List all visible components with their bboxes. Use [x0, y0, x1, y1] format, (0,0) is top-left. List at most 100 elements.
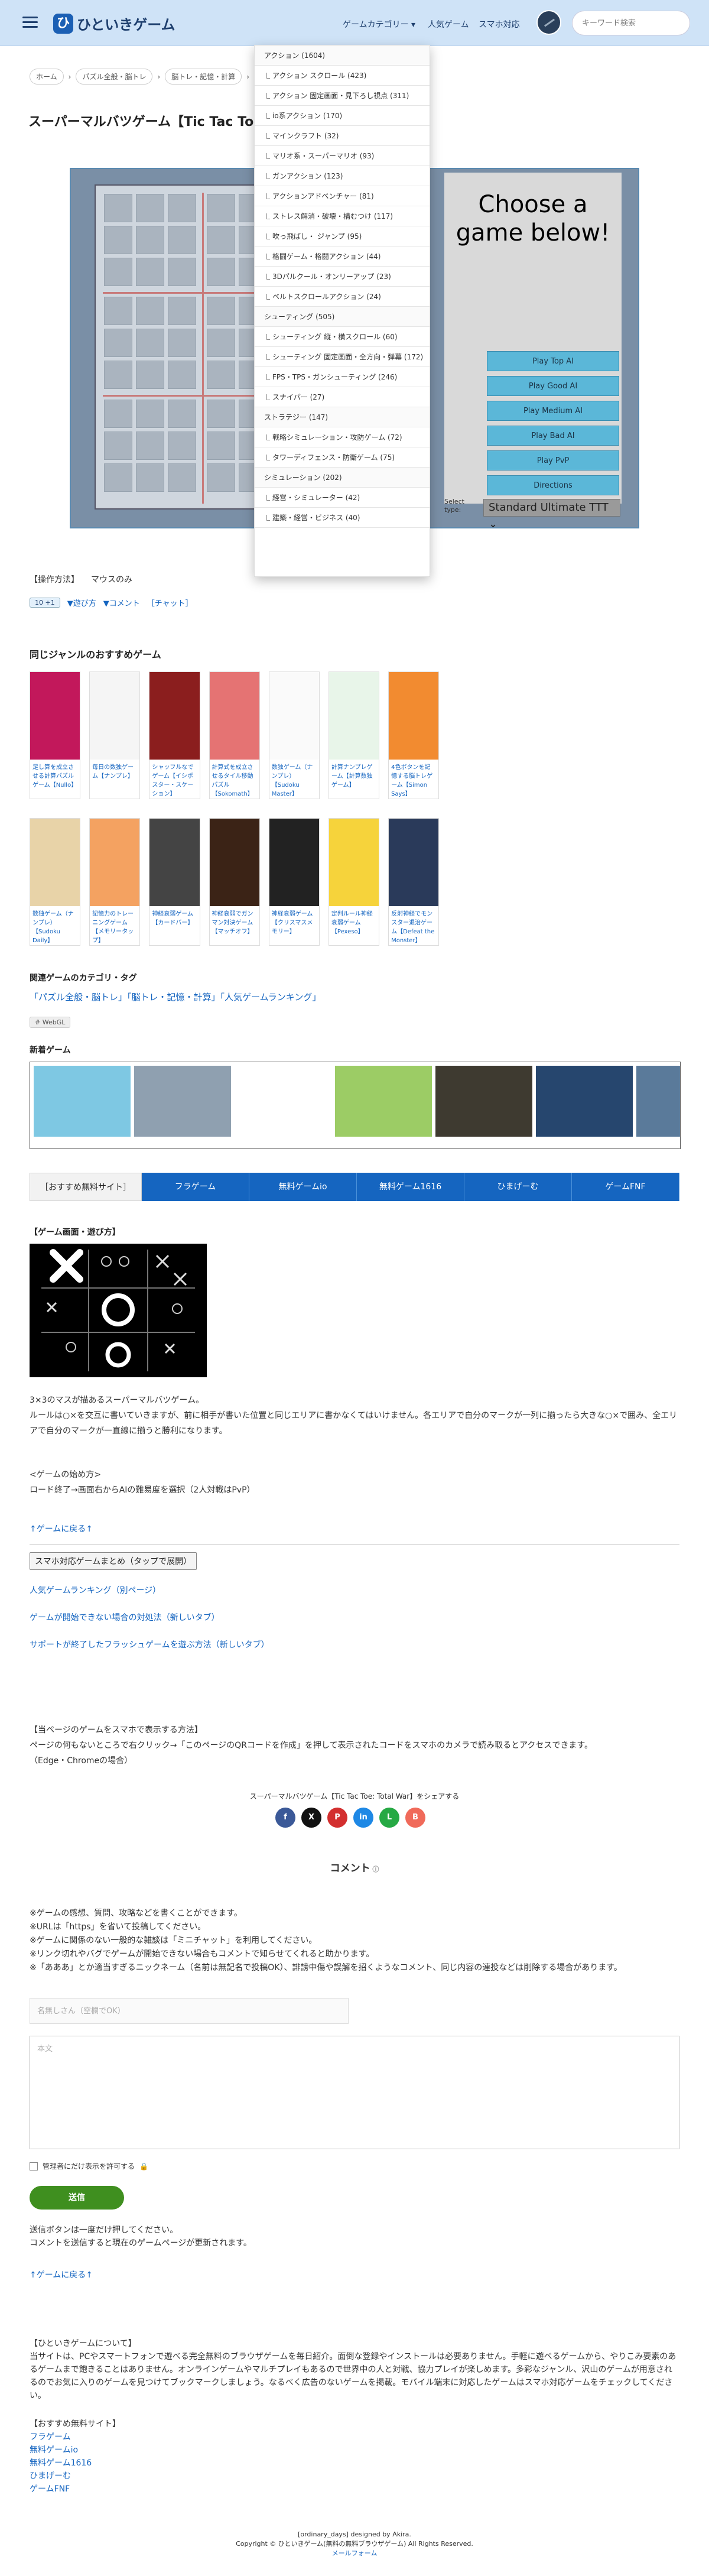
board-cell[interactable] [168, 361, 196, 389]
dropdown-item[interactable]: 経営・シミュレーター (42) [255, 488, 430, 508]
board-cell[interactable] [207, 226, 235, 254]
new-games-strip[interactable] [30, 1062, 681, 1149]
back-to-game-link-2[interactable]: ↑ゲームに戻る↑ [30, 2269, 93, 2280]
nav-popular[interactable]: 人気ゲーム [428, 18, 469, 30]
board-cell[interactable] [104, 361, 132, 389]
game-type-select[interactable]: Standard Ultimate TTT ⌄ [483, 499, 620, 530]
game-thumbnail[interactable] [30, 819, 80, 906]
linkedin-icon[interactable]: in [353, 1808, 373, 1828]
board-cell[interactable] [168, 432, 196, 460]
game-title-link[interactable]: 反射神経でモンスター退治ゲーム【Defeat the Monster】 [389, 906, 438, 945]
board-cell[interactable] [136, 400, 164, 428]
line-icon[interactable]: L [379, 1808, 399, 1828]
trouble-link[interactable]: ゲームが開始できない場合の対処法（新しいタブ） [30, 1611, 220, 1623]
game-thumbnail[interactable] [30, 672, 80, 760]
dropdown-item[interactable]: ストレス解消・破壊・構むつけ (117) [255, 206, 430, 226]
board-cell[interactable] [104, 432, 132, 460]
new-game-thumbnail[interactable] [134, 1066, 231, 1137]
comment-link[interactable]: ▼コメント [103, 597, 140, 608]
play-top-ai-button[interactable]: Play Top AI [487, 351, 619, 371]
name-field[interactable]: 名無しさん（空欄でOK） [30, 1998, 349, 2024]
board-cell[interactable] [168, 194, 196, 222]
dropdown-item[interactable]: スナイパー (27) [255, 387, 430, 407]
rec-link[interactable]: ひまげーむ [30, 2470, 679, 2483]
board-cell[interactable] [104, 226, 132, 254]
game-title-link[interactable]: 定判ルール神経衰弱ゲーム【Pexeso】 [329, 906, 379, 936]
theme-toggle-icon[interactable] [536, 10, 561, 35]
game-thumbnail[interactable] [389, 672, 439, 760]
related-game-card[interactable]: 記憶力のトレーニングゲーム【メモリータップ】 [89, 818, 141, 946]
breadcrumb-home[interactable]: ホーム [30, 69, 64, 85]
board-cell[interactable] [168, 329, 196, 357]
board-cell[interactable] [136, 463, 164, 492]
board-cell[interactable] [168, 258, 196, 286]
board-cell[interactable] [104, 329, 132, 357]
dropdown-item[interactable]: 吹っ飛ばし・ ジャンプ (95) [255, 226, 430, 246]
game-thumbnail[interactable] [149, 672, 200, 760]
dropdown-item[interactable]: 建築・経営・ビジネス (40) [255, 508, 430, 528]
mobile-games-button[interactable]: スマホ対応ゲームまとめ（タップで展開） [30, 1552, 197, 1570]
game-title-link[interactable]: 毎日の数独ゲーム【ナンプレ】 [90, 760, 139, 781]
game-thumbnail[interactable] [90, 819, 140, 906]
site-logo[interactable]: ひ ひといきゲーム [53, 13, 175, 34]
board-cell[interactable] [136, 432, 164, 460]
new-game-thumbnail[interactable] [335, 1066, 432, 1137]
related-game-card[interactable]: 足し算を成立させる計算パズルゲーム【Nullo】 [30, 671, 81, 799]
play-medium-ai-button[interactable]: Play Medium AI [487, 401, 619, 421]
nav-category[interactable]: ゲームカテゴリー ▾ [343, 18, 415, 30]
board-cell[interactable] [207, 400, 235, 428]
board-cell[interactable] [136, 258, 164, 286]
game-thumbnail[interactable] [149, 819, 200, 906]
webgl-tag[interactable]: # WebGL [30, 1017, 71, 1028]
related-game-card[interactable]: 計算式を成立させるタイル移動パズル【Sokomath】 [209, 671, 260, 799]
rec-link[interactable]: ゲームFNF [30, 2483, 679, 2496]
dropdown-item[interactable]: シューティング 縦・横スクロール (60) [255, 327, 430, 347]
dropdown-item[interactable]: 戦略シミュレーション・攻防ゲーム (72) [255, 427, 430, 447]
search-input[interactable] [572, 11, 690, 35]
admin-only-checkbox[interactable]: 管理者にだけ表示を許可する 🔒 [30, 2161, 148, 2171]
related-game-card[interactable]: 4色ボタンを記憶する脳トレゲーム【Simon Says】 [388, 671, 440, 799]
game-title-link[interactable]: 神経衰弱ゲーム【クリスマスメモリー】 [269, 906, 319, 936]
comment-body-field[interactable]: 本文 [30, 2036, 679, 2149]
board-cell[interactable] [104, 297, 132, 325]
board-cell[interactable] [136, 226, 164, 254]
directions-button[interactable]: Directions [487, 475, 619, 495]
dropdown-category[interactable]: ストラテジー (147) [255, 407, 430, 427]
related-game-card[interactable]: 神経衰弱ゲーム【カードバー】 [149, 818, 200, 946]
board-cell[interactable] [207, 361, 235, 389]
related-game-card[interactable]: 神経衰弱でガンマン対決ゲーム【マッチオフ】 [209, 818, 260, 946]
dropdown-category[interactable]: アクション (1604) [255, 46, 430, 66]
bookmark-icon[interactable]: B [405, 1808, 425, 1828]
dropdown-item[interactable]: 格闘ゲーム・格闘アクション (44) [255, 246, 430, 267]
x-icon[interactable]: X [301, 1808, 321, 1828]
dropdown-category[interactable]: シューティング (505) [255, 307, 430, 327]
menu-icon[interactable] [22, 17, 38, 28]
new-game-thumbnail[interactable] [235, 1066, 331, 1137]
game-title-link[interactable]: 数独ゲーム（ナンプレ）【Sudoku Daily】 [30, 906, 80, 945]
ranking-link[interactable]: 人気ゲームランキング（別ページ） [30, 1584, 161, 1596]
game-thumbnail[interactable] [209, 672, 259, 760]
board-cell[interactable] [136, 329, 164, 357]
board-cell[interactable] [207, 463, 235, 492]
breadcrumb-puzzle[interactable]: パズル全般・脳トレ [76, 69, 153, 85]
dropdown-item[interactable]: 3Dパルクール・オンリーアップ (23) [255, 267, 430, 287]
tab-muryo-1616[interactable]: 無料ゲーム1616 [357, 1173, 464, 1201]
facebook-icon[interactable]: f [275, 1808, 295, 1828]
game-title-link[interactable]: 計算ナンプレゲーム【計算数独ゲーム】 [329, 760, 379, 790]
tab-game-fnf[interactable]: ゲームFNF [572, 1173, 679, 1201]
dropdown-category[interactable]: シミュレーション (202) [255, 468, 430, 488]
board-cell[interactable] [168, 400, 196, 428]
new-game-thumbnail[interactable] [536, 1066, 633, 1137]
rec-link[interactable]: 無料ゲームio [30, 2444, 679, 2457]
related-game-card[interactable]: 数独ゲーム（ナンプレ）【Sudoku Daily】 [30, 818, 81, 946]
chat-link[interactable]: ［チャット］ [147, 597, 193, 608]
play-good-ai-button[interactable]: Play Good AI [487, 376, 619, 396]
game-thumbnail[interactable] [389, 819, 439, 906]
game-thumbnail[interactable] [269, 672, 319, 760]
game-title-link[interactable]: 記憶力のトレーニングゲーム【メモリータップ】 [90, 906, 139, 945]
game-title-link[interactable]: 4色ボタンを記憶する脳トレゲーム【Simon Says】 [389, 760, 438, 799]
board-cell[interactable] [168, 226, 196, 254]
pinterest-icon[interactable]: P [327, 1808, 347, 1828]
game-thumbnail[interactable] [209, 819, 259, 906]
tab-himagame[interactable]: ひまげーむ [464, 1173, 572, 1201]
